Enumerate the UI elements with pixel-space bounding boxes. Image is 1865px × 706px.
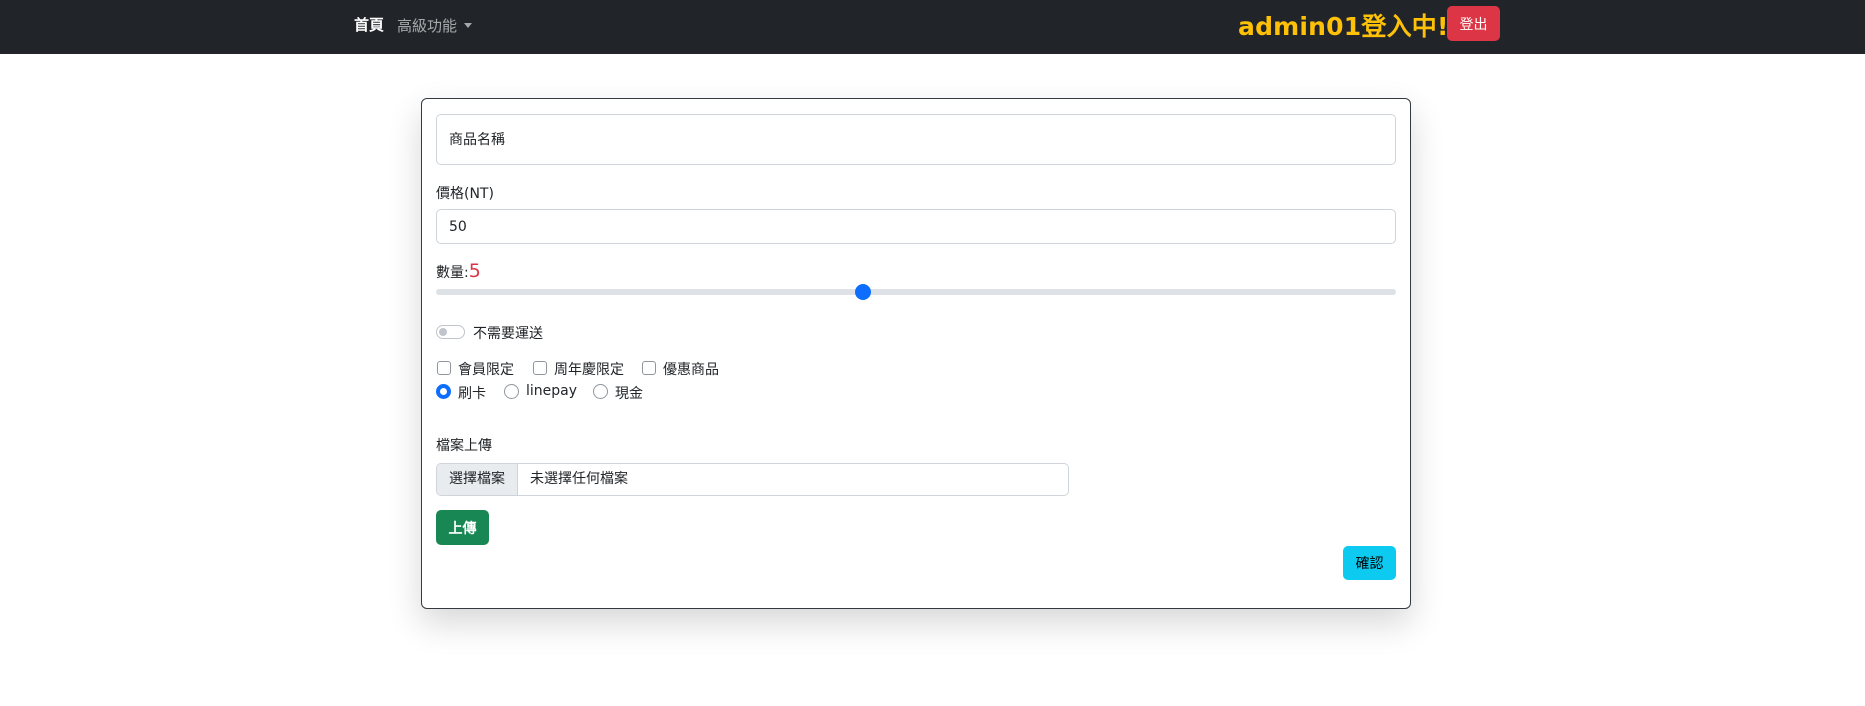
nav-advanced-dropdown[interactable]: 高級功能 (397, 15, 473, 36)
caret-down-icon (464, 23, 473, 28)
nav-advanced-label: 高級功能 (397, 17, 458, 35)
checkbox-member-only-label: 會員限定 (458, 362, 514, 378)
checkbox-anniversary-only-label: 周年慶限定 (554, 362, 624, 378)
checkbox-discount-item-label: 優惠商品 (663, 362, 719, 378)
switch-knob (439, 328, 447, 336)
no-shipping-label: 不需要運送 (473, 326, 543, 342)
quantity-slider-thumb[interactable] (855, 284, 872, 300)
quantity-slider-track[interactable] (436, 289, 1396, 295)
radio-linepay-label: linepay (526, 383, 578, 399)
radio-cash[interactable] (593, 384, 608, 399)
radio-card-payment-label: 刷卡 (458, 386, 486, 402)
top-navbar: 首頁 高級功能 admin01登入中! 登出 (0, 0, 1865, 54)
checkbox-anniversary-only[interactable] (533, 361, 547, 375)
radio-linepay[interactable] (504, 384, 519, 399)
upload-button[interactable]: 上傳 (436, 510, 489, 545)
choose-file-button[interactable]: 選擇檔案 (437, 464, 518, 495)
quantity-label: 數量: (436, 265, 469, 281)
checkbox-discount-item[interactable] (642, 361, 656, 375)
radio-card-payment[interactable] (436, 384, 451, 399)
product-form-card: 價格(NT) 數量:5 不需要運送 會員限定 周年慶限定 優惠商品 刷卡 lin… (421, 98, 1411, 609)
checkbox-member-only[interactable] (437, 361, 451, 375)
quantity-label-row: 數量:5 (436, 260, 481, 282)
no-shipping-switch[interactable] (436, 325, 465, 339)
file-upload-label: 檔案上傳 (436, 438, 492, 454)
confirm-button[interactable]: 確認 (1343, 546, 1396, 580)
product-name-input[interactable] (436, 114, 1396, 165)
radio-cash-label: 現金 (615, 386, 643, 402)
file-input[interactable]: 選擇檔案 未選擇任何檔案 (436, 463, 1069, 496)
file-status-text: 未選擇任何檔案 (530, 471, 628, 487)
nav-home-link[interactable]: 首頁 (354, 14, 384, 35)
price-input[interactable] (436, 209, 1396, 244)
price-label: 價格(NT) (436, 186, 494, 202)
user-status: admin01登入中! (1238, 12, 1449, 41)
logout-button[interactable]: 登出 (1447, 6, 1500, 41)
quantity-value: 5 (468, 260, 481, 282)
